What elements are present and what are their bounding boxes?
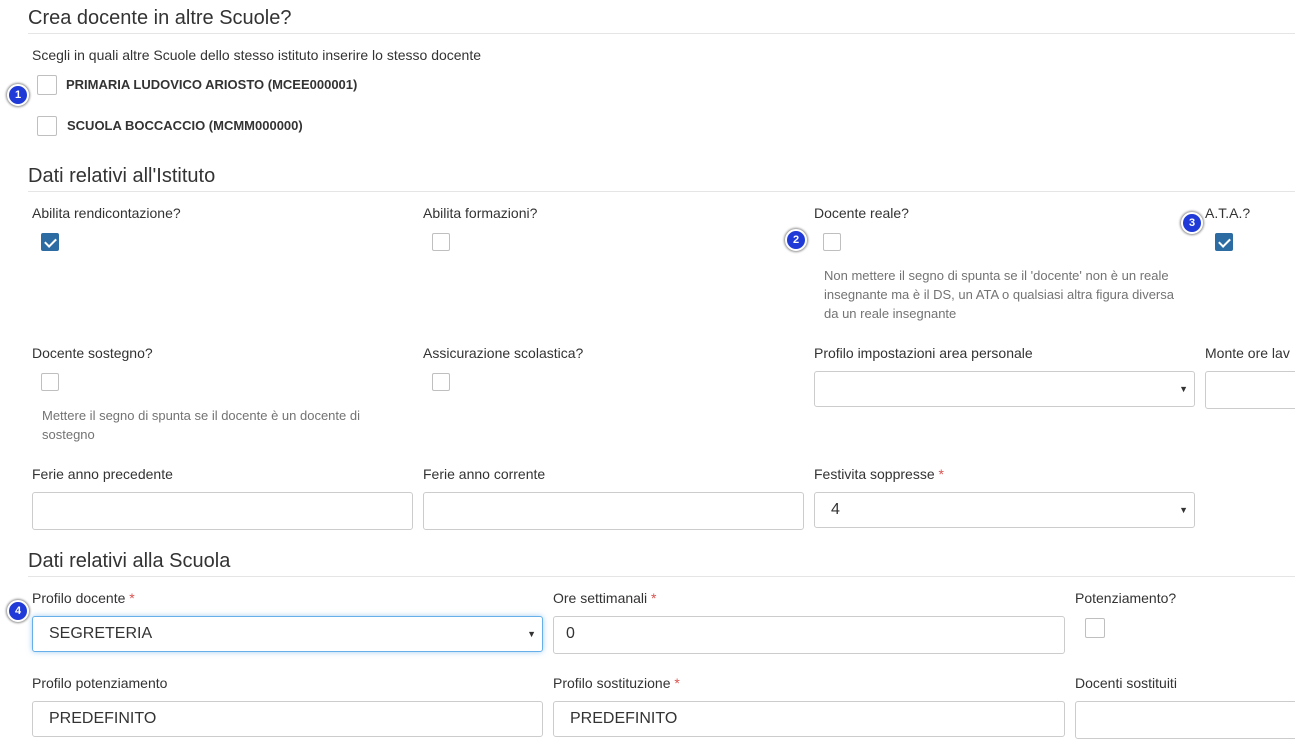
docente-reale-checkbox[interactable] — [823, 233, 841, 251]
ata-checkbox[interactable] — [1215, 233, 1233, 251]
school-checkbox-boccaccio[interactable] — [37, 116, 57, 136]
docente-sostegno-help: Mettere il segno di spunta se il docente… — [42, 408, 360, 442]
profilo-sostituzione-label: Profilo sostituzione * — [553, 675, 680, 691]
profilo-sostituzione-value: PREDEFINITO — [570, 710, 678, 727]
required-marker: * — [651, 590, 657, 606]
assicurazione-checkbox[interactable] — [432, 373, 450, 391]
monte-ore-label: Monte ore lav — [1205, 345, 1290, 361]
caret-down-icon: ▼ — [1179, 505, 1188, 515]
abilita-formazioni-label: Abilita formazioni? — [423, 205, 538, 221]
required-marker: * — [129, 590, 135, 606]
caret-down-icon: ▼ — [527, 629, 536, 639]
profilo-potenziamento-select[interactable]: PREDEFINITO — [32, 701, 543, 737]
monte-ore-input[interactable] — [1205, 371, 1295, 409]
profilo-impostazioni-select[interactable]: ▼ — [814, 371, 1195, 407]
profilo-docente-select[interactable]: SEGRETERIA ▼ — [32, 616, 543, 652]
profilo-potenziamento-value: PREDEFINITO — [49, 710, 157, 727]
caret-down-icon: ▼ — [1179, 384, 1188, 394]
section-divider — [28, 33, 1295, 34]
section-title-institute: Dati relativi all'Istituto — [28, 165, 216, 187]
docente-reale-label: Docente reale? — [814, 205, 909, 221]
profilo-impostazioni-label: Profilo impostazioni area personale — [814, 345, 1033, 361]
abilita-rendicontazione-checkbox[interactable] — [41, 233, 59, 251]
assicurazione-label: Assicurazione scolastica? — [423, 345, 584, 361]
section-title-other-schools: Crea docente in altre Scuole? — [28, 7, 292, 29]
docente-reale-help: Non mettere il segno di spunta se il 'do… — [824, 268, 1174, 321]
festivita-soppresse-value: 4 — [831, 501, 840, 518]
annotation-badge-1: 1 — [7, 84, 29, 106]
ore-settimanali-label: Ore settimanali * — [553, 590, 657, 606]
docenti-sostituiti-input[interactable] — [1075, 701, 1295, 739]
ferie-corrente-input[interactable] — [423, 492, 804, 530]
ferie-precedente-label: Ferie anno precedente — [32, 466, 173, 482]
annotation-badge-4: 4 — [7, 600, 29, 622]
ferie-precedente-input[interactable] — [32, 492, 413, 530]
annotation-badge-2: 2 — [785, 229, 807, 251]
profilo-potenziamento-label: Profilo potenziamento — [32, 675, 168, 691]
school-label-ariosto: PRIMARIA LUDOVICO ARIOSTO (MCEE000001) — [66, 77, 358, 92]
potenziamento-checkbox[interactable] — [1085, 618, 1105, 638]
ata-label: A.T.A.? — [1205, 205, 1251, 221]
section-divider — [28, 191, 1295, 192]
festivita-soppresse-select[interactable]: 4 ▼ — [814, 492, 1195, 528]
annotation-badge-3: 3 — [1181, 212, 1203, 234]
other-schools-subtitle: Scegli in quali altre Scuole dello stess… — [32, 47, 482, 63]
docente-sostegno-checkbox[interactable] — [41, 373, 59, 391]
section-divider — [28, 576, 1295, 577]
abilita-formazioni-checkbox[interactable] — [432, 233, 450, 251]
docente-sostegno-label: Docente sostegno? — [32, 345, 153, 361]
school-checkbox-ariosto[interactable] — [37, 75, 57, 95]
abilita-rendicontazione-label: Abilita rendicontazione? — [32, 205, 181, 221]
profilo-docente-value: SEGRETERIA — [49, 625, 153, 642]
potenziamento-label: Potenziamento? — [1075, 590, 1177, 606]
profilo-docente-label: Profilo docente * — [32, 590, 135, 606]
festivita-soppresse-label: Festivita soppresse * — [814, 466, 944, 482]
ferie-corrente-label: Ferie anno corrente — [423, 466, 546, 482]
docenti-sostituiti-label: Docenti sostituiti — [1075, 675, 1177, 691]
section-title-school: Dati relativi alla Scuola — [28, 550, 231, 572]
required-marker: * — [674, 675, 680, 691]
ore-settimanali-input[interactable]: 0 — [553, 616, 1065, 654]
profilo-sostituzione-select[interactable]: PREDEFINITO — [553, 701, 1065, 737]
school-label-boccaccio: SCUOLA BOCCACCIO (MCMM000000) — [67, 118, 303, 133]
required-marker: * — [938, 466, 944, 482]
